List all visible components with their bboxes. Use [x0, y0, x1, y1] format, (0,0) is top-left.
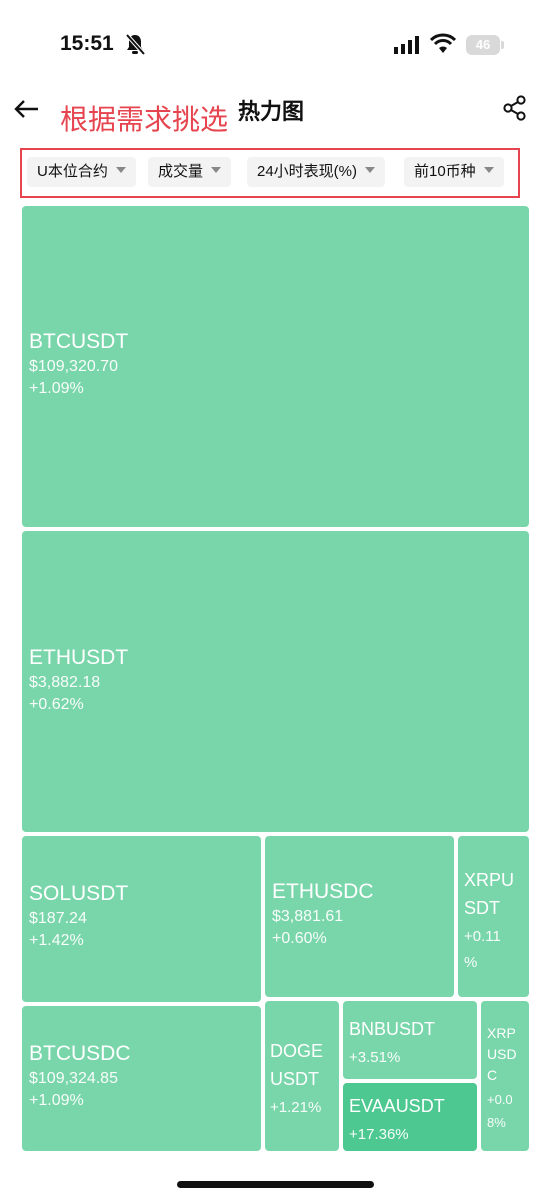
tile-symbol-line1: DOGE — [270, 1041, 324, 1061]
tile-symbol: ETHUSDC — [272, 880, 374, 903]
filter-label: 前10币种 — [414, 163, 476, 180]
battery-indicator: 46 — [466, 35, 500, 55]
tile-change: +1.09% — [29, 1092, 84, 1109]
tile-symbol-line2: USD — [487, 1046, 517, 1062]
heatmap-tile-ethusdc[interactable]: ETHUSDC $3,881.61 +0.60% — [265, 836, 454, 997]
heatmap-tile-bnbusdt[interactable]: BNBUSDT +3.51% — [343, 1001, 477, 1079]
tile-change: +3.51% — [349, 1049, 401, 1066]
tile-symbol: BNBUSDT — [349, 1019, 436, 1039]
caret-down-icon — [115, 167, 126, 174]
heatmap-tile-btcusdt[interactable]: BTCUSDT $109,320.70 +1.09% — [22, 206, 529, 527]
tile-price: $109,324.85 — [29, 1070, 118, 1087]
heatmap-tile-evaausdt[interactable]: EVAAUSDT +17.36% — [343, 1083, 477, 1151]
tile-symbol-line3: C — [487, 1067, 498, 1083]
tile-price: $187.24 — [29, 910, 87, 927]
battery-tip — [501, 41, 504, 49]
tile-symbol: BTCUSDT — [29, 330, 129, 353]
heatmap-tile-xrpusdt[interactable]: XRPU SDT +0.11 % — [458, 836, 529, 997]
tile-symbol: ETHUSDT — [29, 646, 129, 669]
tile-change: +1.42% — [29, 932, 84, 949]
tile-symbol-line2: SDT — [464, 898, 500, 918]
tile-price: $109,320.70 — [29, 358, 118, 375]
tile-symbol: SOLUSDT — [29, 882, 129, 905]
tile-change-line1: +0.0 — [487, 1092, 513, 1107]
status-time: 15:51 — [60, 32, 114, 55]
tile-change: +0.62% — [29, 696, 84, 713]
heatmap-tile-dogeusdt[interactable]: DOGE USDT +1.21% — [265, 1001, 339, 1151]
tile-change-line2: 8% — [487, 1115, 506, 1130]
battery-level: 46 — [475, 37, 491, 52]
page-title: 热力图 — [238, 99, 305, 124]
caret-down-icon — [211, 167, 222, 174]
heatmap-tile-ethusdt[interactable]: ETHUSDT $3,882.18 +0.62% — [22, 531, 529, 832]
caret-down-icon — [483, 167, 494, 174]
filter-contract-type[interactable]: U本位合约 — [27, 157, 136, 187]
tile-change: +1.09% — [29, 380, 84, 397]
filter-coin-count[interactable]: 前10币种 — [404, 157, 504, 187]
annotation-text: 根据需求挑选 — [60, 104, 229, 135]
tile-symbol: BTCUSDC — [29, 1042, 131, 1065]
tile-symbol-line1: XRP — [487, 1025, 516, 1041]
tile-change: +17.36% — [349, 1126, 409, 1143]
cellular-signal-icon — [394, 36, 419, 54]
tile-symbol-line1: XRPU — [464, 870, 515, 890]
filter-label: 成交量 — [158, 163, 204, 180]
filter-label: U本位合约 — [37, 163, 108, 180]
tile-symbol: EVAAUSDT — [349, 1096, 445, 1116]
wifi-icon — [430, 33, 456, 53]
tile-price: $3,881.61 — [272, 908, 344, 925]
tile-change-line1: +0.11 — [464, 928, 501, 945]
tile-price: $3,882.18 — [29, 674, 101, 691]
home-indicator — [177, 1181, 374, 1188]
heatmap-tile-btcusdc[interactable]: BTCUSDC $109,324.85 +1.09% — [22, 1006, 261, 1151]
back-arrow-icon[interactable] — [12, 94, 42, 124]
caret-down-icon — [365, 167, 376, 174]
filter-label: 24小时表现(%) — [257, 163, 358, 180]
tile-change: +1.21% — [270, 1099, 322, 1116]
heatmap-tile-xrpusdc[interactable]: XRP USD C +0.0 8% — [481, 1001, 529, 1151]
bell-muted-icon — [125, 33, 146, 56]
heatmap-tile-solusdt[interactable]: SOLUSDT $187.24 +1.42% — [22, 836, 261, 1002]
filter-sort-by[interactable]: 成交量 — [148, 157, 232, 187]
tile-symbol-line2: USDT — [270, 1069, 319, 1089]
tile-change: +0.60% — [272, 930, 327, 947]
share-icon[interactable] — [500, 93, 530, 123]
filter-performance-period[interactable]: 24小时表现(%) — [247, 157, 386, 187]
tile-change-line2: % — [464, 954, 478, 971]
